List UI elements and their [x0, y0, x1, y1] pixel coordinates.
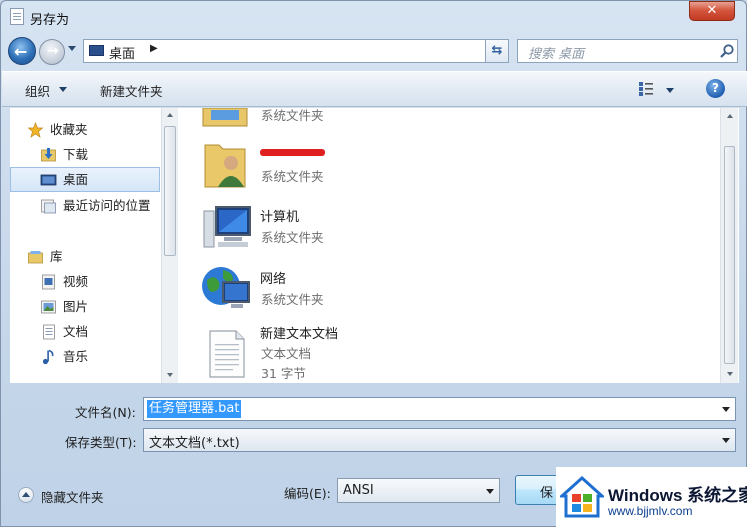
encoding-dropdown-icon[interactable]	[486, 489, 494, 494]
new-folder-button[interactable]: 新建文件夹	[100, 81, 163, 100]
filename-value[interactable]: 任务管理器.bat	[147, 400, 242, 418]
nav-scrollbar[interactable]	[161, 108, 178, 383]
encoding-select[interactable]: ANSI	[337, 478, 500, 503]
file-name: 新建文本文档	[260, 327, 339, 342]
search-input[interactable]: 搜索 桌面	[517, 39, 738, 63]
user-folder-icon	[204, 144, 246, 188]
scroll-thumb[interactable]	[164, 126, 176, 256]
nav-label: 最近访问的位置	[63, 198, 151, 213]
file-list: 系统文件夹 系统文件夹 计算机 系统文件夹 网络 系统文件夹 新建文本文档 文本…	[178, 108, 739, 383]
save-type-value: 文本文档(*.txt)	[149, 436, 240, 451]
filename-dropdown-icon[interactable]	[722, 407, 730, 412]
scroll-thumb[interactable]	[724, 146, 735, 364]
library-icon	[28, 251, 43, 264]
scroll-down-icon[interactable]	[727, 372, 733, 376]
chevron-down-icon[interactable]	[59, 87, 67, 92]
desktop-icon	[40, 174, 57, 186]
save-button-label: 保	[540, 486, 554, 501]
file-item[interactable]: 系统文件夹	[178, 108, 708, 130]
back-arrow-icon: ←	[14, 42, 28, 61]
notepad-icon	[10, 8, 24, 25]
video-library-icon	[42, 274, 55, 290]
star-icon	[27, 122, 44, 138]
scroll-up-icon[interactable]	[167, 113, 173, 117]
file-name: 计算机	[260, 210, 300, 225]
recent-places-icon	[41, 199, 56, 214]
file-list-scrollbar[interactable]	[720, 108, 738, 383]
back-button[interactable]: ←	[8, 37, 36, 65]
forward-button[interactable]: →	[39, 39, 65, 65]
nav-label: 图片	[63, 299, 89, 314]
filename-label: 文件名(N):	[75, 405, 136, 420]
search-placeholder: 搜索 桌面	[528, 47, 585, 62]
close-button[interactable]: ✕	[689, 1, 735, 21]
encoding-value: ANSI	[343, 483, 374, 498]
file-name: 网络	[260, 272, 287, 287]
refresh-button[interactable]: ⇆	[485, 39, 509, 63]
nav-label: 桌面	[63, 172, 89, 187]
organize-menu[interactable]: 组织	[25, 81, 50, 100]
view-dropdown-icon[interactable]	[666, 88, 674, 93]
search-icon[interactable]	[719, 43, 735, 59]
filename-field[interactable]: 任务管理器.bat	[143, 397, 736, 421]
document-library-icon	[43, 324, 55, 340]
nav-label: 下载	[63, 147, 89, 162]
watermark-brand: Windows 系统之家	[608, 486, 747, 505]
recent-locations-dropdown[interactable]	[68, 46, 76, 51]
save-type-label: 保存类型(T):	[65, 435, 137, 450]
save-type-select[interactable]: 文本文档(*.txt)	[143, 428, 736, 452]
hide-folders-button[interactable]: 隐藏文件夹	[41, 487, 104, 506]
save-as-dialog: 另存为 ✕ ← → 桌面 ▶ ⇆ 搜索 桌面 组织 新建文件夹 ? 收藏夹 下载…	[0, 0, 747, 527]
watermark: Windows 系统之家 www.bjjmlv.com	[556, 467, 747, 527]
command-toolbar: 组织 新建文件夹 ?	[2, 71, 747, 107]
nav-label: 收藏夹	[50, 122, 88, 137]
address-location[interactable]: 桌面	[109, 43, 135, 62]
help-button[interactable]: ?	[706, 79, 725, 98]
computer-icon	[203, 206, 251, 248]
nav-label: 库	[50, 249, 63, 264]
windows-logo-icon	[560, 476, 604, 518]
file-type: 系统文件夹	[261, 230, 324, 245]
text-file-icon	[209, 330, 245, 378]
file-item[interactable]: 新建文本文档 文本文档 31 字节	[178, 321, 708, 383]
network-icon	[202, 267, 250, 308]
file-type: 系统文件夹	[261, 169, 324, 184]
hide-folders-toggle-icon[interactable]	[18, 487, 34, 503]
file-item[interactable]: 网络 系统文件夹	[178, 263, 708, 313]
title-bar: 另存为 ✕	[1, 1, 746, 33]
desktop-icon	[89, 45, 104, 56]
music-note-icon	[42, 349, 54, 365]
breadcrumb-arrow-icon[interactable]: ▶	[150, 43, 158, 54]
file-item[interactable]: 系统文件夹	[178, 137, 708, 189]
file-type: 文本文档	[261, 346, 312, 361]
redacted-username	[260, 149, 325, 156]
forward-arrow-icon: →	[47, 43, 59, 59]
library-folder-icon	[202, 108, 248, 127]
save-type-dropdown-icon[interactable]	[722, 438, 730, 443]
address-bar[interactable]: 桌面 ▶	[83, 39, 557, 63]
nav-label: 文档	[63, 324, 89, 339]
nav-label: 视频	[63, 274, 89, 289]
file-size: 31 字节	[261, 366, 306, 381]
file-type: 系统文件夹	[261, 292, 324, 307]
file-item[interactable]: 计算机 系统文件夹	[178, 203, 708, 253]
view-options-icon[interactable]	[638, 81, 654, 97]
file-type: 系统文件夹	[261, 108, 324, 123]
watermark-url: www.bjjmlv.com	[608, 504, 693, 518]
navigation-pane: 收藏夹 下载 桌面 最近访问的位置 库 视频 图片 文档 音乐	[10, 108, 178, 383]
scroll-down-icon[interactable]	[167, 373, 173, 377]
scroll-up-icon[interactable]	[727, 114, 733, 118]
window-title: 另存为	[30, 13, 70, 28]
download-folder-icon	[41, 148, 56, 162]
picture-library-icon	[41, 300, 56, 314]
nav-label: 音乐	[63, 349, 89, 364]
encoding-label: 编码(E):	[284, 486, 331, 501]
